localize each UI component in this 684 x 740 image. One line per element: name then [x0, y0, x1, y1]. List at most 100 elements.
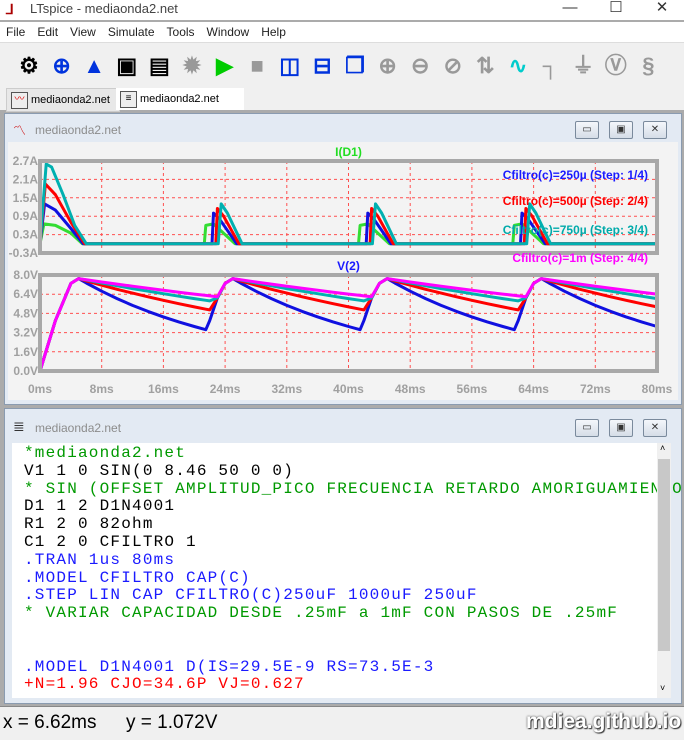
- watermark: mdiea.github.io: [526, 710, 682, 733]
- scroll-up-icon[interactable]: ˄: [660, 443, 665, 453]
- maximize-button[interactable]: ☐: [596, 0, 636, 18]
- tab-netlist[interactable]: ≡ mediaonda2.net: [116, 88, 244, 110]
- y-tick-label: 4.8V: [13, 306, 38, 320]
- x-tick-label: 40ms: [333, 382, 364, 396]
- netlist-restore-button[interactable]: ▣: [609, 419, 633, 437]
- x-tick-label: 24ms: [210, 382, 241, 396]
- resistor-icon[interactable]: §: [635, 53, 661, 79]
- netlist-line: .MODEL CFILTRO CAP(C): [24, 568, 251, 587]
- new-schematic-icon[interactable]: ⊕: [49, 53, 75, 79]
- netlist-editor[interactable]: *mediaonda2.net V1 1 0 SIN(0 8.46 50 0 0)…: [12, 443, 684, 698]
- voltage-pane: 0ms 8ms 16ms 24ms 32ms 40ms 48ms 56ms 64ms 72ms 80…: [13, 259, 672, 396]
- netlist-tab-icon: ≡: [120, 91, 137, 108]
- menu-window[interactable]: Window: [201, 22, 256, 39]
- netlist-minimize-button[interactable]: ▭: [575, 419, 599, 437]
- plot-close-button[interactable]: ✕: [643, 121, 667, 139]
- autorange-icon[interactable]: ⇅: [472, 53, 498, 79]
- halt-icon[interactable]: ✹: [179, 53, 205, 79]
- scroll-down-icon[interactable]: ˅: [660, 683, 665, 693]
- scroll-thumb[interactable]: [658, 459, 670, 651]
- print-icon[interactable]: ▤: [146, 53, 172, 79]
- waveform-plot[interactable]: 2.7A 2.1A 1.5A 0.9A 0.3A -0.3A I(D1) Cfiltro(c)…: [8, 142, 678, 400]
- menu-view[interactable]: View: [64, 22, 102, 39]
- netlist-line: * VARIAR CAPACIDAD DESDE .25mF a 1mF CON…: [24, 604, 619, 623]
- tile-vertical-icon[interactable]: ◫: [277, 53, 303, 79]
- tab-label: mediaonda2.net: [140, 93, 219, 105]
- tab-label: mediaonda2.net: [31, 94, 110, 106]
- open-folder-icon[interactable]: ▲: [81, 53, 107, 79]
- menu-tools[interactable]: Tools: [161, 22, 201, 39]
- netlist-window-title: mediaonda2.net: [35, 421, 122, 435]
- netlist-line: .TRAN 1us 80ms: [24, 550, 176, 569]
- status-bar: x = 6.62ms y = 1.072V mdiea.github.io: [0, 706, 684, 740]
- menu-file[interactable]: File: [0, 22, 31, 39]
- gear-icon[interactable]: ⚙: [16, 53, 42, 79]
- netlist-line: * SIN (OFFSET AMPLITUD_PICO FRECUENCIA R…: [24, 479, 684, 498]
- app-title: LTspice - mediaonda2.net: [30, 1, 178, 16]
- cascade-icon[interactable]: ❐: [342, 53, 368, 79]
- y-tick-label: 0.3A: [13, 228, 39, 242]
- netlist-line: .STEP LIN CAP CFILTRO(C)250uF 1000uF 250…: [24, 586, 478, 605]
- x-tick-label: 32ms: [271, 382, 302, 396]
- x-tick-label: 72ms: [580, 382, 611, 396]
- plot-pane[interactable]: 2.7A 2.1A 1.5A 0.9A 0.3A -0.3A I(D1) Cfiltro(c)…: [8, 142, 678, 400]
- step-legend-entry: Cfiltro(c)=750µ (Step: 3/4): [503, 223, 648, 237]
- y-tick-label: -0.3A: [9, 246, 39, 260]
- ltspice-logo-icon: ⅃: [6, 1, 14, 17]
- netlist-line: +N=1.96 CJO=34.6P VJ=0.627: [24, 675, 305, 694]
- netlist-line: C1 2 0 CFILTRO 1: [24, 533, 197, 551]
- y-tick-label: 6.4V: [13, 287, 38, 301]
- trace-title: I(D1): [335, 145, 362, 159]
- step-legend-entry: Cfiltro(c)=500µ (Step: 2/4): [503, 194, 648, 208]
- ground-icon[interactable]: ⏚: [570, 53, 596, 79]
- netlist-line: V1 1 0 SIN(0 8.46 50 0 0): [24, 461, 295, 480]
- minimize-button[interactable]: —: [550, 0, 590, 18]
- waveform-icon[interactable]: ∿: [505, 53, 531, 79]
- x-tick-label: 56ms: [457, 382, 488, 396]
- x-tick-label: 64ms: [518, 382, 549, 396]
- x-tick-label: 8ms: [90, 382, 114, 396]
- y-tick-label: 8.0V: [13, 268, 38, 282]
- x-tick-label: 80ms: [642, 382, 673, 396]
- waveform-window-icon: 〽: [13, 123, 27, 138]
- close-button[interactable]: ✕: [642, 0, 682, 18]
- netlist-line: .MODEL D1N4001 D(IS=29.5E-9 RS=73.5E-3: [24, 657, 435, 676]
- netlist-window-icon: ≣: [13, 418, 25, 434]
- voltage-probe-icon[interactable]: Ⓥ: [603, 53, 629, 79]
- y-tick-label: 0.0V: [13, 364, 38, 378]
- zoom-in-icon[interactable]: ⊕: [375, 53, 401, 79]
- y-tick-label: 1.6V: [13, 345, 38, 359]
- menu-help[interactable]: Help: [255, 22, 292, 39]
- toolbar: ⚙ ⊕ ▲ ▣ ▤ ✹ ▶ ■ ◫ ⊟ ❐ ⊕ ⊖ ⊘ ⇅ ∿ ┐ ⏚ Ⓥ §: [0, 42, 684, 89]
- trace-title: V(2): [337, 259, 360, 273]
- cursor-x-readout: x = 6.62ms: [3, 712, 97, 733]
- tile-horizontal-icon[interactable]: ⊟: [309, 53, 335, 79]
- waveform-tab-icon: 〰: [11, 92, 28, 109]
- step-legend-entry: Cfiltro(c)=1m (Step: 4/4): [512, 251, 648, 265]
- run-icon[interactable]: ▶: [212, 53, 238, 79]
- netlist-close-button[interactable]: ✕: [643, 419, 667, 437]
- tab-waveform[interactable]: 〰 mediaonda2.net: [6, 88, 120, 112]
- y-tick-label: 2.1A: [13, 172, 39, 186]
- y-tick-label: 2.7A: [13, 154, 39, 168]
- document-tabs: 〰 mediaonda2.net ≡ mediaonda2.net: [0, 88, 684, 112]
- x-tick-label: 48ms: [395, 382, 426, 396]
- zoom-fit-icon[interactable]: ⊘: [440, 53, 466, 79]
- y-tick-label: 0.9A: [13, 209, 39, 223]
- stop-icon[interactable]: ■: [244, 53, 270, 79]
- netlist-line: R1 2 0 82ohm: [24, 515, 154, 534]
- y-tick-label: 3.2V: [13, 326, 38, 340]
- x-tick-label: 0ms: [28, 382, 52, 396]
- netlist-scrollbar[interactable]: ˄ ˅: [657, 443, 671, 698]
- title-bar: ⅃ LTspice - mediaonda2.net — ☐ ✕: [0, 0, 684, 20]
- zoom-out-icon[interactable]: ⊖: [407, 53, 433, 79]
- netlist-line: *mediaonda2.net: [24, 444, 187, 462]
- plot-restore-button[interactable]: ▣: [609, 121, 633, 139]
- save-icon[interactable]: ▣: [114, 53, 140, 79]
- x-tick-label: 16ms: [148, 382, 179, 396]
- menu-simulate[interactable]: Simulate: [102, 22, 161, 39]
- wire-icon[interactable]: ┐: [538, 53, 564, 79]
- menu-edit[interactable]: Edit: [31, 22, 64, 39]
- netlist-line: D1 1 2 D1N4001: [24, 497, 176, 516]
- plot-minimize-button[interactable]: ▭: [575, 121, 599, 139]
